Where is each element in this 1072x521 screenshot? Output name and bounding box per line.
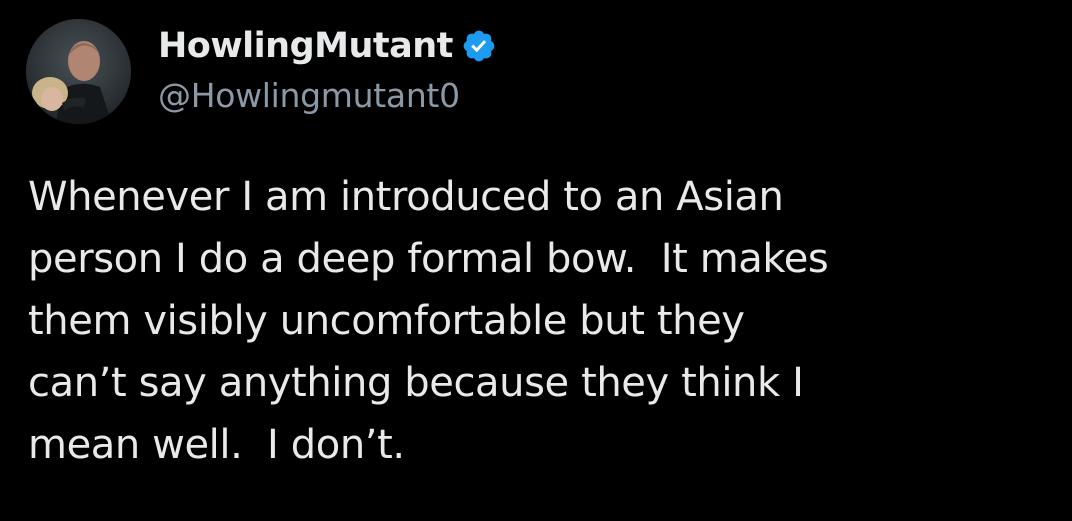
tweet-card: HowlingMutant @Howlingmutant0 Whenever I… (0, 0, 1072, 521)
author-name-row: HowlingMutant (158, 24, 497, 68)
tweet-text-line: Whenever I am introduced to an Asian (28, 174, 784, 220)
profile-photo-image (26, 19, 131, 124)
verified-badge-icon (461, 28, 497, 64)
tweet-text: Whenever I am introduced to an Asian per… (28, 166, 1058, 476)
author-display-name[interactable]: HowlingMutant (158, 26, 453, 66)
tweet-text-line: can’t say anything because they think I (28, 360, 804, 406)
avatar[interactable] (26, 19, 131, 124)
author-handle[interactable]: @Howlingmutant0 (158, 76, 460, 115)
tweet-text-line: mean well. I don’t. (28, 422, 405, 468)
tweet-text-line: person I do a deep formal bow. It makes (28, 236, 829, 282)
tweet-text-line: them visibly uncomfortable but they (28, 298, 745, 344)
